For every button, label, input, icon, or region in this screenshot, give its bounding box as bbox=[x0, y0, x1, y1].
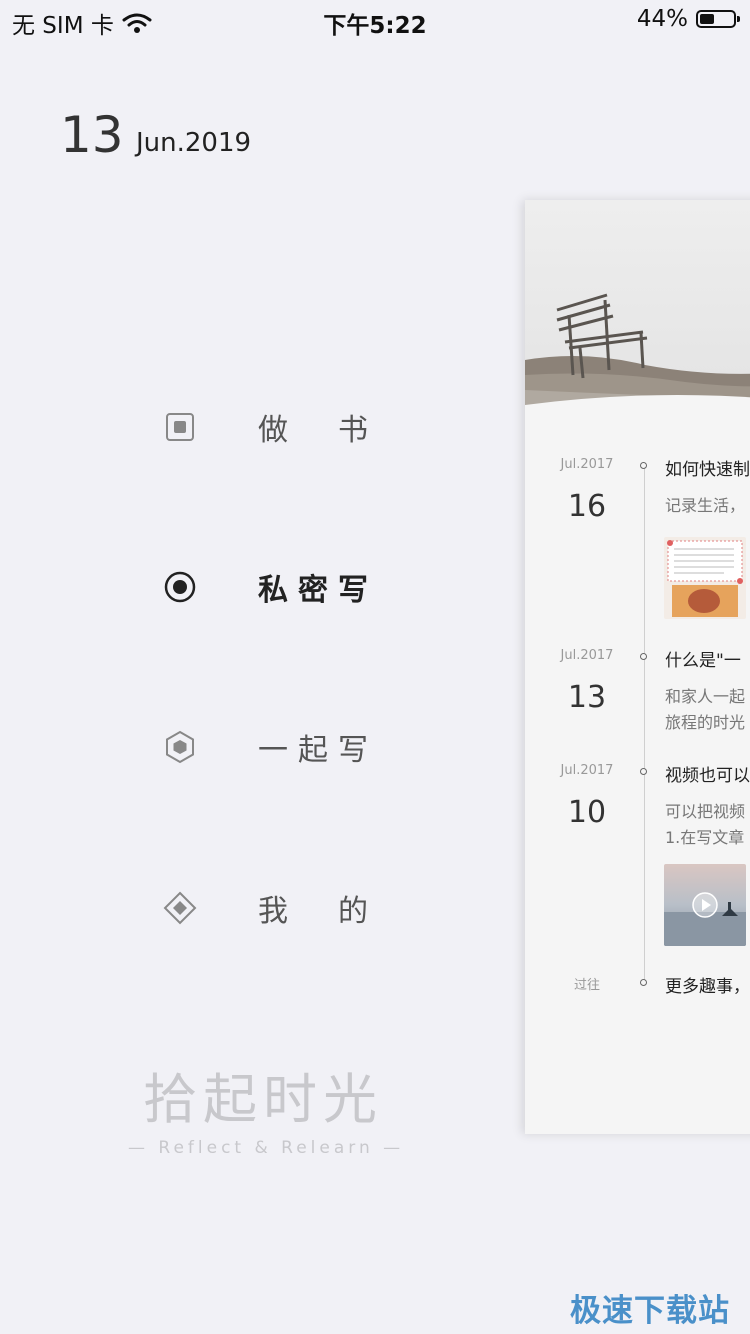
date-month-year: Jun.2019 bbox=[136, 128, 252, 158]
radio-dot-icon bbox=[160, 567, 200, 607]
entry-month: Jul.2017 bbox=[560, 763, 614, 778]
entry-body-line: 记录生活， bbox=[665, 496, 746, 515]
entry-body-line: 和家人一起 bbox=[665, 687, 746, 706]
timeline-dot bbox=[640, 462, 647, 469]
entry-day: 13 bbox=[567, 680, 607, 715]
entry-title: 如何快速制 bbox=[665, 460, 750, 480]
entry-month: Jul.2017 bbox=[560, 648, 614, 663]
bench-cover-image bbox=[525, 200, 750, 415]
battery-icon bbox=[696, 10, 740, 28]
status-right: 44% bbox=[636, 6, 740, 32]
entry-title: 更多趣事， bbox=[665, 977, 750, 997]
date-day: 13 bbox=[60, 106, 124, 164]
entry-day: 10 bbox=[567, 795, 607, 830]
menu-item-make-book[interactable]: 做 书 bbox=[160, 402, 380, 452]
watermark: 极速下载站 bbox=[570, 1293, 730, 1329]
battery-percent: 44% bbox=[636, 6, 688, 32]
entry-month: Jul.2017 bbox=[560, 457, 614, 472]
timeline-dot bbox=[640, 653, 647, 660]
menu-item-mine[interactable]: 我 的 bbox=[160, 883, 380, 933]
logo-english: — Reflect & Relearn — bbox=[128, 1138, 405, 1158]
entry-body-line: 可以把视频 bbox=[665, 802, 746, 821]
diamond-icon bbox=[160, 888, 200, 928]
timeline-dot bbox=[640, 768, 647, 775]
entry-body-line: 1.在写文章 bbox=[665, 828, 745, 847]
entry-thumbnail bbox=[664, 537, 746, 619]
entry-month: 过往 bbox=[573, 978, 600, 993]
timeline-preview-card[interactable]: Jul.2017 如何快速制 16 记录生活， Jul.2017 什么是"一 1… bbox=[525, 200, 750, 1134]
square-dot-icon bbox=[160, 407, 200, 447]
entry-video-thumbnail[interactable] bbox=[664, 864, 746, 946]
entry-day: 16 bbox=[567, 489, 607, 524]
menu-label: 私密写 bbox=[258, 573, 368, 608]
menu-item-write-together[interactable]: 一起写 bbox=[160, 722, 380, 772]
timeline-line bbox=[644, 465, 645, 985]
menu-label: 我 的 bbox=[258, 894, 368, 929]
logo-chinese: 拾起时光 bbox=[143, 1068, 383, 1131]
menu-item-private-write[interactable]: 私密写 bbox=[160, 562, 380, 612]
hexagon-icon bbox=[160, 727, 200, 767]
entry-body-line: 旅程的时光 bbox=[665, 713, 746, 732]
entry-title: 什么是"一 bbox=[665, 651, 741, 671]
timeline-dot bbox=[640, 979, 647, 986]
app-logo: 拾起时光 — Reflect & Relearn — bbox=[128, 1055, 405, 1158]
menu-label: 做 书 bbox=[258, 413, 368, 448]
entry-title: 视频也可以 bbox=[665, 766, 750, 786]
menu-label: 一起写 bbox=[258, 733, 368, 768]
status-bar: 无 SIM 卡 下午5:22 44% bbox=[0, 0, 750, 40]
